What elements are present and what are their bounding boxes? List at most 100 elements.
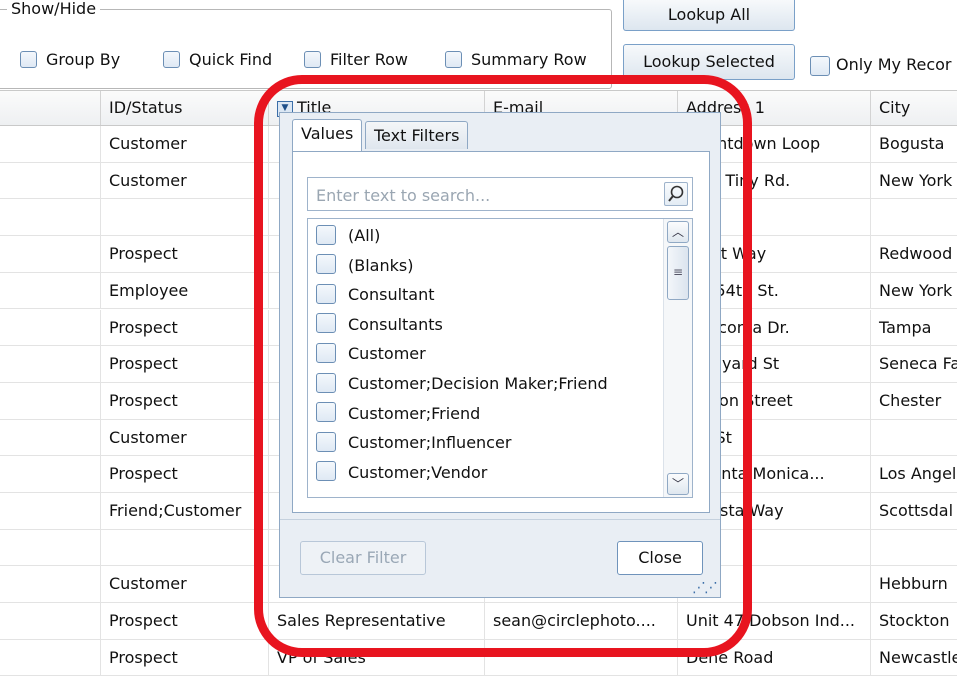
table-cell-address[interactable]: Dene Road	[678, 639, 871, 676]
filter-value-item[interactable]: (All)	[316, 223, 380, 249]
table-cell-status[interactable]: Prospect	[101, 382, 269, 419]
filter-value-label: Customer;Vendor	[348, 462, 488, 482]
table-cell-status[interactable]	[101, 529, 269, 566]
tab-text-filters[interactable]: Text Filters	[365, 121, 469, 149]
table-cell-blank[interactable]	[0, 309, 101, 346]
filter-value-item[interactable]: Customer;Friend	[316, 401, 480, 427]
clear-filter-button[interactable]: Clear Filter	[300, 541, 426, 575]
filter-value-item[interactable]: Consultants	[316, 312, 443, 338]
tab-values[interactable]: Values	[292, 119, 363, 151]
search-icon[interactable]	[664, 182, 688, 206]
table-cell-city[interactable]: Seneca Fa	[871, 346, 957, 382]
filter-value-item[interactable]: Customer	[316, 341, 426, 367]
table-cell-blank[interactable]	[0, 346, 101, 383]
filter-value-checkbox[interactable]	[316, 283, 336, 304]
only-my-records-checkbox[interactable]	[810, 56, 830, 76]
table-cell-blank[interactable]	[0, 419, 101, 456]
table-cell-blank[interactable]	[0, 162, 101, 199]
table-cell-status[interactable]: Customer	[101, 419, 269, 456]
table-cell-blank[interactable]	[0, 272, 101, 309]
table-cell-blank[interactable]	[0, 382, 101, 419]
filter-value-checkbox[interactable]	[316, 431, 336, 452]
lookup-selected-button[interactable]: Lookup Selected	[623, 44, 795, 80]
column-header-city[interactable]: City	[871, 91, 957, 125]
table-cell-status[interactable]: Prospect	[101, 346, 269, 383]
column-header-blank[interactable]	[0, 91, 101, 125]
table-cell-city[interactable]: Tampa	[871, 310, 957, 346]
values-list: (All) (Blanks) Consultant Consultants Custom…	[307, 218, 693, 498]
filter-row-checkbox[interactable]	[304, 51, 321, 68]
filter-value-checkbox[interactable]	[316, 254, 336, 275]
table-cell-status[interactable]: Customer	[101, 126, 269, 162]
filter-value-item[interactable]: Customer;Decision Maker;Friend	[316, 371, 608, 397]
table-cell-title[interactable]: VP of Sales	[269, 639, 485, 676]
table-cell-status[interactable]: Customer	[101, 566, 269, 603]
scroll-thumb[interactable]: ≡	[667, 246, 689, 300]
table-cell-status[interactable]: Customer	[101, 162, 269, 199]
filter-value-checkbox[interactable]	[316, 402, 336, 423]
table-cell-status[interactable]: Prospect	[101, 236, 269, 273]
filter-value-checkbox[interactable]	[316, 461, 336, 482]
table-cell-city[interactable]: Los Angel	[871, 456, 957, 492]
table-cell-blank[interactable]	[0, 456, 101, 493]
table-cell-status[interactable]: Prospect	[101, 603, 269, 640]
table-cell-status[interactable]: Prospect	[101, 456, 269, 493]
search-input[interactable]	[314, 179, 658, 211]
filter-value-item[interactable]: Consultant	[316, 282, 435, 308]
lookup-all-button[interactable]: Lookup All	[623, 0, 795, 31]
filter-value-item[interactable]: Customer;Vendor	[316, 460, 487, 486]
table-cell-city[interactable]	[871, 199, 957, 235]
quick-find-checkbox[interactable]	[163, 51, 180, 68]
table-cell-city[interactable]: Redwood	[871, 236, 957, 272]
table-cell-blank[interactable]	[0, 639, 101, 676]
table-cell-city[interactable]: Bogusta	[871, 126, 957, 162]
table-cell-city[interactable]: Chester	[871, 383, 957, 419]
table-cell-email[interactable]: sean@circlephoto....	[485, 603, 678, 640]
filter-value-checkbox[interactable]	[316, 224, 336, 245]
group-by-label: Group By	[46, 50, 121, 69]
table-cell-city[interactable]: New York	[871, 273, 957, 309]
table-cell-city[interactable]	[871, 420, 957, 456]
table-cell-city[interactable]: Newcastle	[871, 640, 957, 676]
table-cell-title[interactable]: Sales Representative	[269, 603, 485, 640]
scroll-down-icon[interactable]: ﹀	[667, 473, 689, 495]
filter-value-item[interactable]: Customer;Influencer	[316, 430, 511, 456]
group-by-checkbox[interactable]	[20, 51, 37, 68]
table-cell-status[interactable]: Employee	[101, 272, 269, 309]
resize-grip-icon[interactable]: ⋰⋰	[692, 581, 718, 595]
show-hide-legend: Show/Hide	[7, 0, 101, 18]
table-cell-status[interactable]	[101, 199, 269, 236]
filter-value-label: Customer;Friend	[348, 403, 481, 423]
table-cell-blank[interactable]	[0, 603, 101, 640]
filter-value-checkbox[interactable]	[316, 313, 336, 334]
summary-row-checkbox[interactable]	[445, 51, 462, 68]
table-cell-city[interactable]: Hebburn	[871, 566, 957, 602]
table-cell-blank[interactable]	[0, 236, 101, 273]
table-cell-blank[interactable]	[0, 126, 101, 162]
table-cell-email[interactable]	[485, 639, 678, 676]
column-header-status[interactable]: ID/Status	[101, 91, 269, 125]
vertical-scrollbar[interactable]: ︿ ≡ ﹀	[663, 219, 692, 497]
table-cell-blank[interactable]	[0, 493, 101, 529]
table-row[interactable]: Prospect VP of Sales Dene Road Newcastle	[0, 639, 957, 676]
filter-row-label: Filter Row	[330, 50, 408, 69]
table-cell-blank[interactable]	[0, 199, 101, 236]
table-cell-status[interactable]: Prospect	[101, 639, 269, 676]
table-cell-address[interactable]: Unit 47 Dobson Ind...	[678, 603, 871, 640]
table-cell-status[interactable]: Friend;Customer	[101, 493, 269, 529]
table-cell-blank[interactable]	[0, 566, 101, 603]
scroll-up-icon[interactable]: ︿	[667, 221, 689, 243]
table-cell-status[interactable]: Prospect	[101, 309, 269, 346]
table-cell-city[interactable]	[871, 530, 957, 566]
footer-divider	[280, 519, 720, 520]
filter-value-label: Customer;Influencer	[348, 433, 512, 453]
table-cell-city[interactable]: Scottsdal	[871, 493, 957, 529]
close-button[interactable]: Close	[617, 541, 703, 575]
filter-value-checkbox[interactable]	[316, 372, 336, 393]
table-cell-blank[interactable]	[0, 529, 101, 566]
table-row[interactable]: Prospect Sales Representative sean@circlep…	[0, 603, 957, 640]
table-cell-city[interactable]: New York	[871, 163, 957, 199]
filter-value-item[interactable]: (Blanks)	[316, 253, 413, 279]
filter-value-checkbox[interactable]	[316, 342, 336, 363]
table-cell-city[interactable]: Stockton	[871, 603, 957, 639]
